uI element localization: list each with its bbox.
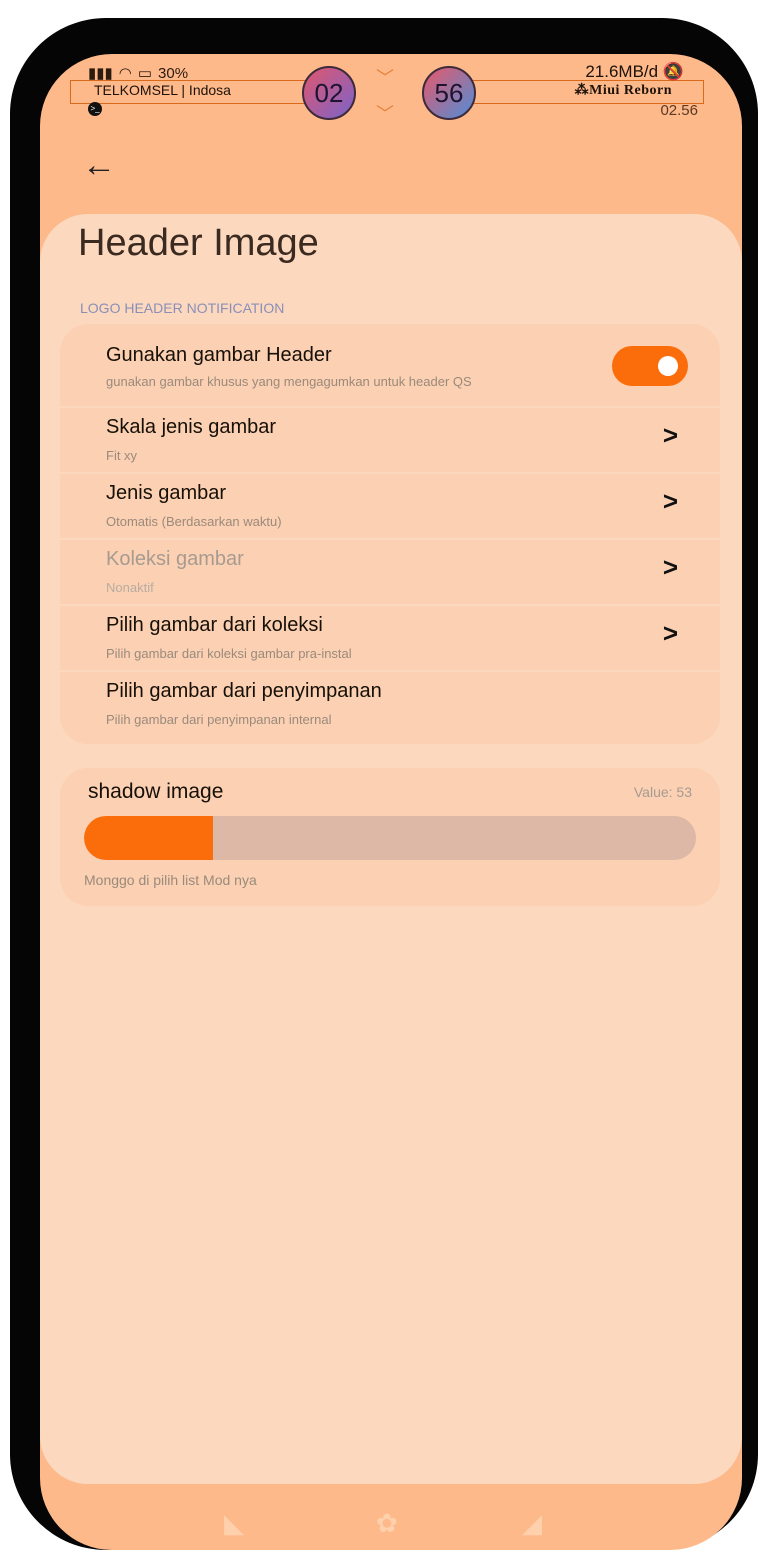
recents-nav-icon[interactable]: ◢: [522, 1508, 542, 1539]
setting-image-collection[interactable]: Koleksi gambar Nonaktif >: [60, 538, 720, 604]
data-usage: 21.6MB/d 🔕: [585, 62, 684, 81]
home-nav-icon[interactable]: ✿: [376, 1508, 398, 1539]
mute-icon: 🔕: [662, 62, 684, 81]
setting-pick-from-collection[interactable]: Pilih gambar dari koleksi Pilih gambar d…: [60, 604, 720, 670]
setting-subtitle: Fit xy: [106, 448, 138, 463]
back-nav-icon[interactable]: ◣: [224, 1508, 244, 1539]
clock-hour: 02: [302, 66, 356, 120]
setting-image-scale[interactable]: Skala jenis gambar Fit xy >: [60, 406, 720, 472]
page-title: Header Image: [78, 222, 319, 264]
setting-title: Skala jenis gambar: [106, 416, 277, 438]
shadow-image-slider[interactable]: [84, 816, 696, 860]
phone-frame: ▮▮▮ ◠ ▭ 30% TELKOMSEL | Indosa >_ 02 ﹀ ﹀…: [10, 18, 758, 1550]
setting-title: Jenis gambar: [106, 482, 227, 504]
setting-title: Pilih gambar dari penyimpanan: [106, 680, 382, 702]
chevron-right-icon: >: [662, 420, 678, 450]
setting-subtitle: Pilih gambar dari penyimpanan internal: [106, 712, 332, 727]
chevron-down-icon: ﹀: [376, 104, 394, 124]
slider-title: shadow image: [88, 780, 224, 803]
chevron-down-icon: ﹀: [376, 68, 394, 88]
setting-subtitle: Otomatis (Berdasarkan waktu): [106, 514, 282, 529]
setting-subtitle: Nonaktif: [106, 580, 154, 595]
status-time: 02.56: [660, 102, 698, 119]
chevron-right-icon: >: [662, 552, 678, 582]
slider-fill: [84, 816, 213, 860]
setting-image-type[interactable]: Jenis gambar Otomatis (Berdasarkan waktu…: [60, 472, 720, 538]
chevron-right-icon: >: [662, 618, 678, 648]
header-image-toggle[interactable]: [612, 346, 688, 386]
toggle-knob: [658, 356, 678, 376]
slider-value: Value: 53: [633, 784, 692, 800]
terminal-icon: >_: [88, 102, 102, 116]
setting-title: Pilih gambar dari koleksi: [106, 614, 323, 636]
back-arrow-icon[interactable]: ←: [82, 146, 116, 185]
setting-subtitle: Pilih gambar dari koleksi gambar pra-ins…: [106, 646, 352, 661]
clock-minute: 56: [422, 66, 476, 120]
settings-group: Gunakan gambar Header gunakan gambar khu…: [60, 324, 720, 744]
chevron-right-icon: >: [662, 486, 678, 516]
battery-level: 30%: [158, 64, 189, 82]
rom-brand: ⁂Miui Reborn: [574, 83, 672, 98]
slider-hint: Monggo di pilih list Mod nya: [84, 872, 257, 888]
carrier-name: TELKOMSEL | Indosa: [94, 82, 231, 98]
setting-title: Koleksi gambar: [106, 548, 244, 570]
setting-title: Gunakan gambar Header: [106, 344, 332, 366]
shadow-image-card: shadow image Value: 53 Monggo di pilih l…: [60, 768, 720, 906]
setting-pick-from-storage[interactable]: Pilih gambar dari penyimpanan Pilih gamb…: [60, 670, 720, 736]
setting-subtitle: gunakan gambar khusus yang mengagumkan u…: [106, 374, 472, 389]
section-label: LOGO HEADER NOTIFICATION: [80, 300, 285, 316]
setting-use-header-image[interactable]: Gunakan gambar Header gunakan gambar khu…: [60, 324, 720, 406]
screen: ▮▮▮ ◠ ▭ 30% TELKOMSEL | Indosa >_ 02 ﹀ ﹀…: [40, 54, 742, 1550]
navigation-bar: ◣ ✿ ◢: [40, 1502, 742, 1550]
